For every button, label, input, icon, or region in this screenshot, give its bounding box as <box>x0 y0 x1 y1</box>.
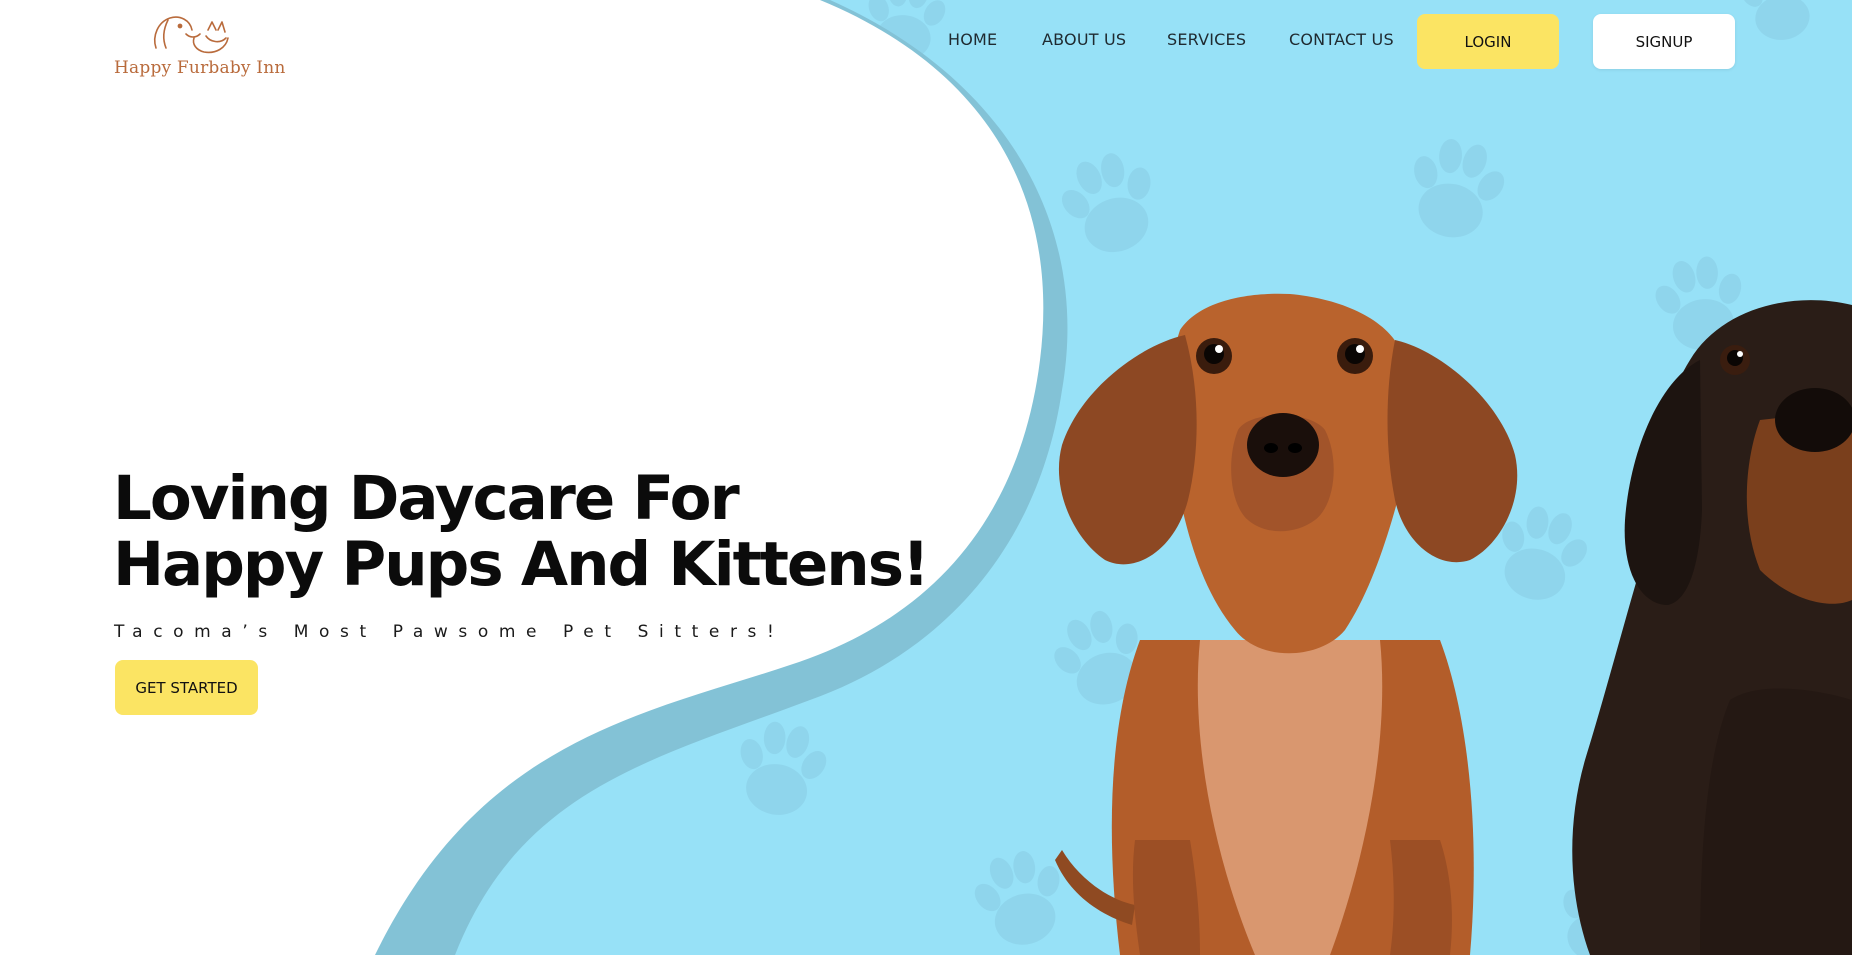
hero-headline-line-2: Happy Pups And Kittens! <box>113 529 930 600</box>
red-dachshund <box>1055 293 1518 955</box>
hero-headline: Loving Daycare For Happy Pups And Kitten… <box>113 463 930 600</box>
main-nav: HOME ABOUT US SERVICES CONTACT US LOGIN … <box>0 14 1852 70</box>
hero-headline-line-1: Loving Daycare For <box>113 463 740 534</box>
hero-tagline: Tacoma’s Most Pawsome Pet Sitters! <box>114 622 785 642</box>
signup-button[interactable]: SIGNUP <box>1593 14 1735 69</box>
get-started-button[interactable]: GET STARTED <box>115 660 258 715</box>
nav-link-contact-us[interactable]: CONTACT US <box>1289 30 1394 49</box>
landing-page: Happy Furbaby Inn HOME ABOUT US SERVICES… <box>0 0 1852 955</box>
nav-link-about-us[interactable]: ABOUT US <box>1042 30 1126 49</box>
login-button[interactable]: LOGIN <box>1417 14 1559 69</box>
black-dachshund <box>1572 300 1852 955</box>
nav-link-services[interactable]: SERVICES <box>1167 30 1246 49</box>
nav-link-home[interactable]: HOME <box>948 30 997 49</box>
